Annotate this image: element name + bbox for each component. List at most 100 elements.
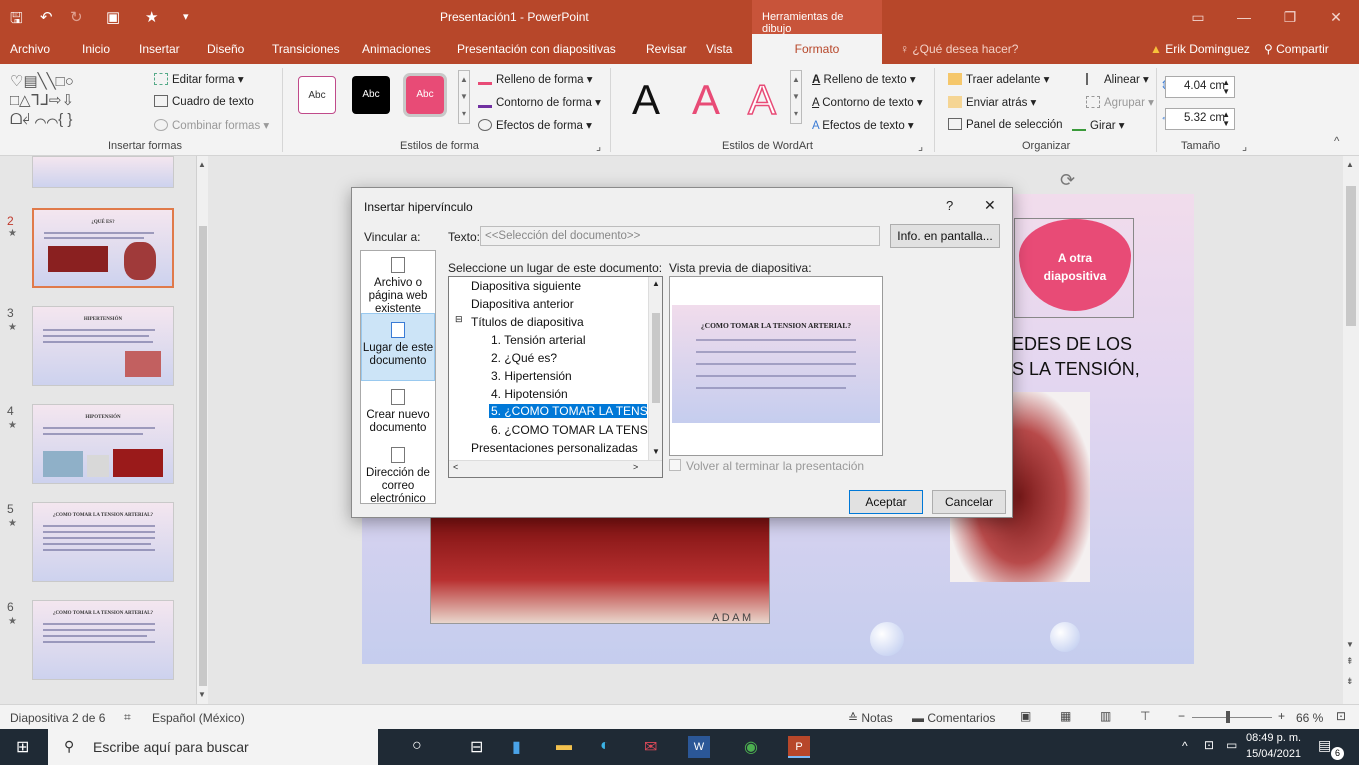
efectos-forma[interactable]: Efectos de forma ▾	[478, 118, 592, 132]
zoom-in-icon[interactable]: +	[1278, 709, 1285, 723]
volver-checkbox[interactable]	[669, 459, 681, 471]
cortana-icon[interactable]: ○	[412, 737, 422, 755]
user-name[interactable]: ▲ Erik Dominguez	[1150, 42, 1250, 56]
tree-item[interactable]: 2. ¿Qué es?	[491, 351, 557, 365]
clock-date[interactable]: 15/04/2021	[1246, 748, 1301, 760]
file-explorer-icon[interactable]: ▬	[556, 737, 572, 755]
agrupar[interactable]: Agrupar ▾	[1086, 95, 1154, 109]
edge-icon[interactable]: ◐	[600, 737, 610, 755]
contorno-forma[interactable]: Contorno de forma ▾	[478, 95, 601, 109]
tell-me[interactable]: ♀ ¿Qué desea hacer?	[900, 42, 1018, 56]
selected-shape-frame[interactable]: A otra diapositiva	[1014, 218, 1134, 318]
tree-item[interactable]: 6. ¿COMO TOMAR LA TENSIC	[491, 423, 660, 437]
save-icon[interactable]: 🖫	[10, 8, 23, 33]
tab-archivo[interactable]: Archivo	[10, 42, 50, 56]
maximize-icon[interactable]: ❐	[1267, 0, 1313, 34]
traer-adelante[interactable]: Traer adelante ▾	[948, 72, 1049, 86]
clock-time[interactable]: 08:49 p. m.	[1246, 732, 1301, 744]
wordart-style-2[interactable]: A	[692, 76, 720, 124]
tab-insertar[interactable]: Insertar	[139, 42, 180, 56]
tab-revisar[interactable]: Revisar	[646, 42, 687, 56]
help-button[interactable]: ?	[946, 198, 953, 213]
redo-icon[interactable]: ↻	[70, 8, 83, 26]
wordart-style-3[interactable]: A	[747, 75, 777, 124]
tree-item[interactable]: 1. Tensión arterial	[491, 333, 586, 347]
tab-animaciones[interactable]: Animaciones	[362, 42, 431, 56]
editar-forma[interactable]: Editar forma ▾	[154, 72, 244, 86]
dialog-close-button[interactable]: ✕	[984, 197, 996, 214]
chrome-icon[interactable]: ◉	[744, 737, 758, 757]
dialog-launcher-icon[interactable]: ⌟	[918, 140, 923, 153]
tab-diseno[interactable]: Diseño	[207, 42, 244, 56]
shape-width-input[interactable]: 5.32 cm ▲ ▼	[1165, 108, 1235, 130]
windows-start-icon[interactable]: ⊞	[16, 737, 29, 757]
nav-nuevo-documento[interactable]: Crear nuevo documento	[361, 389, 435, 435]
cuadro-texto[interactable]: Cuadro de texto	[154, 95, 254, 108]
place-tree[interactable]: Diapositiva siguiente Diapositiva anteri…	[448, 276, 663, 478]
zoom-slider-thumb[interactable]	[1226, 711, 1230, 723]
slide-thumbnail-4[interactable]: HIPOTENSIÓN	[32, 404, 174, 484]
scroll-right-icon[interactable]: >	[633, 462, 638, 472]
slide-sorter-icon[interactable]: ▦	[1060, 709, 1071, 723]
tab-formato[interactable]: Formato	[752, 34, 882, 64]
zoom-slider[interactable]	[1192, 717, 1272, 718]
nav-archivo-web[interactable]: Archivo o página web existente	[361, 257, 435, 316]
texto-input[interactable]: <<Selección del documento>>	[480, 226, 880, 246]
screentip-button[interactable]: Info. en pantalla...	[890, 224, 1000, 248]
star-icon[interactable]: ★	[145, 8, 158, 26]
shape-style-3[interactable]: Abc	[403, 73, 447, 117]
scroll-up-icon[interactable]: ▲	[198, 160, 208, 172]
ribbon-options-icon[interactable]: ▭	[1175, 0, 1221, 34]
scroll-down-icon[interactable]: ▼	[652, 447, 660, 456]
tray-chevron-icon[interactable]: ^	[1182, 739, 1188, 753]
tab-vista[interactable]: Vista	[706, 42, 732, 56]
action-center-icon[interactable]: ▤	[1318, 737, 1331, 754]
tree-item[interactable]: Títulos de diapositiva	[471, 315, 584, 329]
customize-icon[interactable]: ▾	[183, 10, 189, 23]
tab-presentacion[interactable]: Presentación con diapositivas	[457, 42, 616, 56]
network-icon[interactable]: ⊡	[1204, 738, 1214, 752]
share-button[interactable]: ⚲ Compartir	[1264, 42, 1329, 56]
slide-thumbnail-5[interactable]: ¿COMO TOMAR LA TENSION ARTERIAL?	[32, 502, 174, 582]
panel-seleccion[interactable]: Panel de selección	[948, 118, 1063, 131]
cancelar-button[interactable]: Cancelar	[932, 490, 1006, 514]
rotate-handle-icon[interactable]: ⟳	[1060, 170, 1075, 191]
task-view-icon[interactable]: ⊟	[470, 737, 483, 757]
shape-style-1[interactable]: Abc	[298, 76, 336, 114]
scroll-left-icon[interactable]: <	[453, 462, 458, 472]
store-icon[interactable]: ▮	[512, 737, 521, 757]
shapes-gallery[interactable]: ♡▤╲╲□○ □△ᒣᒧ⇨⇩ ᗝ↲⌒⌒{ }	[10, 72, 140, 130]
fit-slide-icon[interactable]: ⊡	[1336, 709, 1346, 723]
mail-icon[interactable]: ✉	[644, 737, 657, 757]
dialog-launcher-icon[interactable]: ⌟	[596, 140, 601, 153]
relleno-texto[interactable]: A Relleno de texto ▾	[812, 72, 916, 86]
presenter-icon[interactable]: ▣	[106, 8, 120, 26]
collapse-icon[interactable]: ⊟	[455, 314, 463, 325]
tree-item[interactable]: Diapositiva siguiente	[471, 279, 581, 293]
wordart-style-1[interactable]: A	[632, 76, 660, 124]
tree-item-selected[interactable]: 5. ¿COMO TOMAR LA TENSIC	[489, 404, 647, 418]
undo-icon[interactable]: ↶	[40, 8, 53, 26]
word-icon[interactable]: W	[688, 736, 710, 758]
relleno-forma[interactable]: Relleno de forma ▾	[478, 72, 593, 86]
girar[interactable]: Girar ▾	[1072, 118, 1125, 132]
tree-item[interactable]: Presentaciones personalizadas	[471, 441, 638, 455]
zoom-out-icon[interactable]: −	[1178, 709, 1185, 723]
previous-slide-icon[interactable]: ⇞	[1346, 656, 1354, 667]
slide-thumbnail-6[interactable]: ¿COMO TOMAR LA TENSION ARTERIAL?	[32, 600, 174, 680]
scroll-thumb[interactable]	[652, 313, 660, 403]
shape-style-scroll[interactable]: ▲ ▼ ▾	[458, 70, 470, 124]
nav-correo[interactable]: Dirección de correo electrónico	[361, 447, 435, 506]
language[interactable]: Español (México)	[152, 711, 245, 725]
spellcheck-icon[interactable]: ⌗	[124, 710, 131, 725]
scroll-thumb[interactable]	[1346, 186, 1356, 326]
combinar-formas[interactable]: Combinar formas ▾	[154, 118, 269, 132]
zoom-level[interactable]: 66 %	[1296, 711, 1323, 725]
next-slide-icon[interactable]: ⇟	[1346, 676, 1354, 687]
slide-thumbnail-3[interactable]: HIPERTENSIÓN	[32, 306, 174, 386]
nav-lugar-documento[interactable]: Lugar de este documento	[361, 313, 435, 381]
tree-item[interactable]: Diapositiva anterior	[471, 297, 574, 311]
scroll-up-icon[interactable]: ▲	[652, 279, 660, 288]
scroll-thumb[interactable]	[199, 226, 207, 686]
dialog-launcher-icon[interactable]: ⌟	[1242, 140, 1247, 153]
